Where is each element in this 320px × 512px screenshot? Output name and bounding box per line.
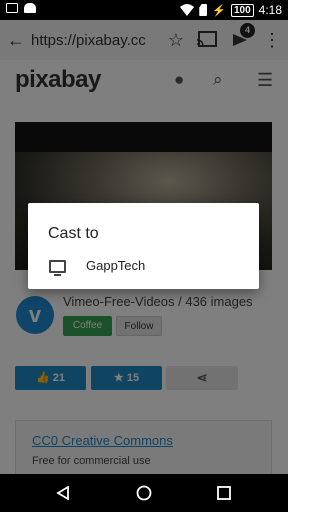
home-nav-icon[interactable] xyxy=(136,485,152,501)
sim-icon xyxy=(199,4,208,16)
android-icon xyxy=(24,3,36,13)
cast-dialog: Cast to GappTech xyxy=(28,203,259,289)
dialog-title: Cast to xyxy=(48,225,99,242)
navigation-bar xyxy=(0,474,288,512)
notification-icon xyxy=(6,3,18,13)
recents-nav-icon[interactable] xyxy=(217,486,231,500)
battery-icon: ⚡ xyxy=(212,4,226,17)
status-bar: ⚡ 100 4:18 xyxy=(0,0,288,20)
wifi-icon xyxy=(180,4,195,16)
tv-icon xyxy=(49,260,66,276)
battery-level: 100 xyxy=(230,3,254,17)
back-nav-icon[interactable] xyxy=(56,486,70,500)
cast-device-item[interactable]: GappTech xyxy=(28,253,259,283)
cast-device-name: GappTech xyxy=(86,258,146,273)
clock: 4:18 xyxy=(258,3,282,17)
